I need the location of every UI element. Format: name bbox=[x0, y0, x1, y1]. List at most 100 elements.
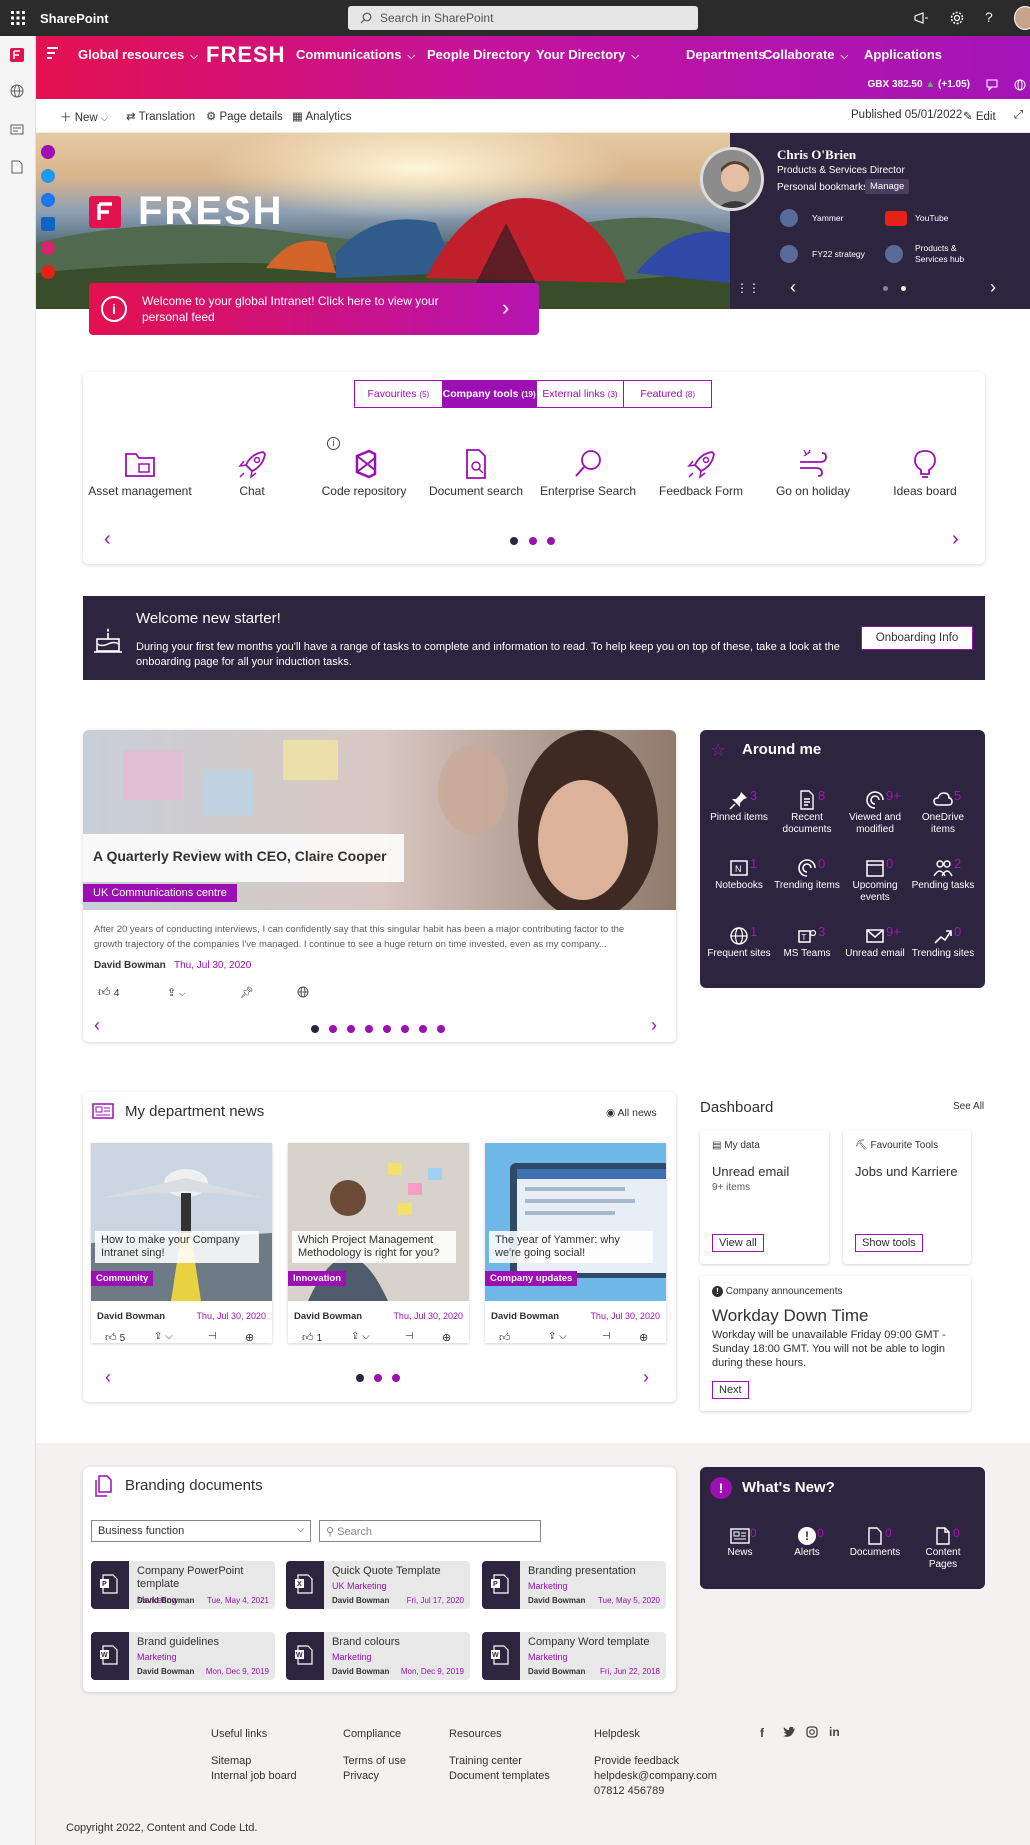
chevron-right-icon[interactable]: › bbox=[990, 277, 996, 298]
document-item[interactable]: P Branding presentation Marketing David Bow… bbox=[482, 1561, 666, 1609]
like-button[interactable]: 👍︎ 1 bbox=[302, 1331, 322, 1344]
carousel-dot-active[interactable] bbox=[901, 286, 906, 291]
document-item[interactable]: P Company PowerPoint template Marketing Dav… bbox=[91, 1561, 275, 1609]
avatar[interactable] bbox=[1014, 6, 1030, 30]
carousel-dot-active[interactable] bbox=[510, 537, 518, 545]
grid-icon[interactable]: ⋮⋮ bbox=[736, 281, 760, 295]
around-pinned-items[interactable]: 3 Pinned items bbox=[706, 789, 772, 824]
around-pending-tasks[interactable]: 2 Pending tasks bbox=[910, 857, 976, 892]
next-button[interactable]: Next bbox=[712, 1381, 749, 1399]
document-item[interactable]: W Company Word template Marketing David Bow… bbox=[482, 1632, 666, 1680]
chevron-left-icon[interactable]: ‹ bbox=[94, 1015, 100, 1036]
carousel-dot[interactable] bbox=[529, 537, 537, 545]
document-item[interactable]: W Brand colours Marketing David Bowman Mon, … bbox=[286, 1632, 470, 1680]
around-ms-teams[interactable]: T 3 MS Teams bbox=[774, 925, 840, 960]
chevron-left-icon[interactable]: ‹ bbox=[104, 528, 111, 551]
carousel-dot[interactable] bbox=[392, 1374, 400, 1382]
nav-applications[interactable]: Applications bbox=[864, 47, 942, 62]
footer-link[interactable]: Provide feedback bbox=[594, 1754, 679, 1769]
expand-icon[interactable]: ⤢ bbox=[1014, 109, 1023, 122]
nav-communications[interactable]: Communications ⌵ bbox=[296, 47, 415, 62]
site-logo-icon[interactable] bbox=[10, 48, 24, 62]
carousel-dot[interactable] bbox=[401, 1025, 409, 1033]
share-icon[interactable]: ⇪ ⌵ bbox=[351, 1331, 370, 1342]
quicklink-ideas-board[interactable]: Ideas board bbox=[870, 448, 980, 498]
carousel-dot[interactable] bbox=[883, 286, 888, 291]
page-icon[interactable] bbox=[11, 160, 23, 174]
nav-fresh-logo[interactable]: FRESH bbox=[206, 42, 286, 68]
news-card-tag[interactable]: Company updates bbox=[485, 1271, 578, 1286]
news-card-tag[interactable]: Innovation bbox=[288, 1271, 347, 1286]
pin-icon[interactable]: 📌︎ bbox=[240, 986, 254, 999]
nav-global-resources[interactable]: Global resources ⌵ bbox=[78, 47, 198, 62]
show-tools-button[interactable]: Show tools bbox=[855, 1234, 923, 1252]
quicklink-enterprise-search[interactable]: Enterprise Search bbox=[533, 448, 643, 498]
quicklink-document-search[interactable]: Document search bbox=[421, 448, 531, 498]
carousel-dot-active[interactable] bbox=[311, 1025, 319, 1033]
globe-icon[interactable]: ⊕ bbox=[639, 1331, 648, 1344]
carousel-dot[interactable] bbox=[347, 1025, 355, 1033]
news-icon[interactable] bbox=[10, 122, 24, 136]
globe-icon[interactable]: ⊕ bbox=[442, 1331, 451, 1344]
carousel-dot[interactable] bbox=[329, 1025, 337, 1033]
like-button[interactable]: 👍︎ 5 bbox=[105, 1331, 125, 1344]
new-button[interactable]: ＋ New ⌵ bbox=[60, 109, 108, 125]
carousel-dot[interactable] bbox=[365, 1025, 373, 1033]
branding-search-input[interactable]: ⚲ Search bbox=[319, 1520, 541, 1542]
nav-your-directory[interactable]: Your Directory ⌵ bbox=[536, 47, 639, 62]
quicklink-feedback-form[interactable]: Feedback Form bbox=[646, 448, 756, 498]
footer-link[interactable]: helpdesk@company.com bbox=[594, 1769, 717, 1784]
app-launcher-icon[interactable] bbox=[10, 10, 26, 26]
view-all-button[interactable]: View all bbox=[712, 1234, 764, 1252]
around-viewed-modified[interactable]: 9+ Viewed and modified bbox=[842, 789, 908, 836]
onboarding-info-button[interactable]: Onboarding Info bbox=[861, 626, 973, 650]
whats-new-documents[interactable]: 0 Documents bbox=[845, 1527, 905, 1559]
around-trending-items[interactable]: 0 Trending items bbox=[774, 857, 840, 892]
analytics-button[interactable]: ▦ Analytics bbox=[292, 109, 351, 123]
tab-company-tools[interactable]: Company tools (19) bbox=[442, 381, 537, 407]
carousel-dot-active[interactable] bbox=[356, 1374, 364, 1382]
pin-icon[interactable]: ⊣ bbox=[602, 1331, 611, 1342]
pin-icon[interactable]: ⊣ bbox=[208, 1331, 217, 1342]
around-upcoming-events[interactable]: 0 Upcoming events bbox=[842, 857, 908, 904]
share-icon[interactable]: ⇪ ⌵ bbox=[154, 1331, 173, 1342]
featured-news-image[interactable] bbox=[83, 730, 676, 910]
quicklink-chat[interactable]: Chat bbox=[197, 448, 307, 498]
document-item[interactable]: X Quick Quote Template UK Marketing David B… bbox=[286, 1561, 470, 1609]
footer-link[interactable]: 07812 456789 bbox=[594, 1784, 664, 1799]
news-card[interactable]: Which Project Management Methodology is … bbox=[288, 1143, 469, 1344]
share-button[interactable]: ⇪ ⌵ bbox=[167, 986, 185, 999]
chat-icon[interactable] bbox=[986, 79, 998, 91]
translation-button[interactable]: ⇄ Translation bbox=[126, 109, 195, 123]
chevron-left-icon[interactable]: ‹ bbox=[105, 1367, 111, 1388]
language-globe-icon[interactable] bbox=[1014, 79, 1026, 91]
chevron-right-icon[interactable]: › bbox=[651, 1015, 657, 1036]
carousel-dot[interactable] bbox=[547, 537, 555, 545]
quicklink-code-repository[interactable]: Code repository bbox=[309, 448, 419, 498]
around-recent-documents[interactable]: 8 Recent documents bbox=[774, 789, 840, 836]
instagram-icon[interactable] bbox=[41, 241, 55, 255]
like-button[interactable]: 👍︎ 4 bbox=[98, 985, 119, 1000]
news-card[interactable]: How to make your Company Intranet sing! … bbox=[91, 1143, 272, 1344]
nav-people-directory[interactable]: People Directory bbox=[427, 47, 530, 62]
profile-avatar[interactable] bbox=[700, 147, 764, 211]
tab-favourites[interactable]: Favourites (5) bbox=[355, 381, 443, 407]
featured-title[interactable]: A Quarterly Review with CEO, Claire Coop… bbox=[93, 848, 387, 864]
footer-link[interactable]: Privacy bbox=[343, 1769, 379, 1784]
footer-link[interactable]: Terms of use bbox=[343, 1754, 406, 1769]
chevron-left-icon[interactable]: ‹ bbox=[790, 277, 796, 298]
twitter-icon[interactable] bbox=[41, 169, 55, 183]
around-trending-sites[interactable]: 0 Trending sites bbox=[910, 925, 976, 960]
carousel-dot[interactable] bbox=[383, 1025, 391, 1033]
globe-icon[interactable] bbox=[10, 84, 24, 98]
whats-new-alerts[interactable]: ! 0 Alerts bbox=[777, 1527, 837, 1559]
carousel-dot[interactable] bbox=[374, 1374, 382, 1382]
chevron-right-icon[interactable]: › bbox=[952, 528, 959, 551]
suite-search-input[interactable]: Search in SharePoint bbox=[348, 6, 698, 30]
all-news-link[interactable]: ◉ All news bbox=[606, 1107, 657, 1119]
footer-link[interactable]: Internal job board bbox=[211, 1769, 297, 1784]
pin-icon[interactable]: ⊣ bbox=[405, 1331, 414, 1342]
megaphone-icon[interactable] bbox=[913, 10, 929, 26]
around-frequent-sites[interactable]: 1 Frequent sites bbox=[706, 925, 772, 960]
page-details-button[interactable]: ⚙ Page details bbox=[206, 109, 283, 123]
